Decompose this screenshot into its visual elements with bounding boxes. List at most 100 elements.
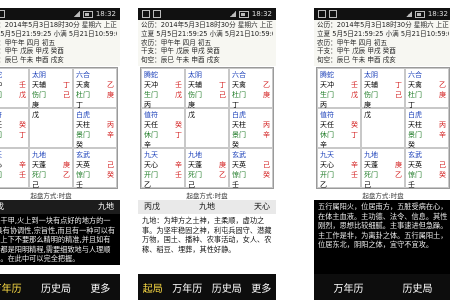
palace-row: 伤门 己 xyxy=(364,90,402,100)
palace-cell[interactable]: 九地 天蓬 庚死门 乙己 xyxy=(29,147,73,189)
palace-row: 天任 癸 xyxy=(320,120,358,130)
palace-text: 惊门 xyxy=(76,170,90,179)
palace-cell[interactable]: 玄武 天英 己惊门 癸壬 xyxy=(229,147,273,189)
nav-calendar[interactable]: 万年历 xyxy=(170,280,204,295)
palace-text: 杜门 xyxy=(408,90,422,99)
date-info: 公历：2014年5月3日18时30分 星期六 上正南 立夏 5月5日21:59:… xyxy=(138,20,276,66)
palace-text: 开门 xyxy=(0,170,2,180)
palace-row: 玄武 xyxy=(408,150,446,160)
palace-text: 丁 xyxy=(175,130,182,139)
info-line: 干支：甲午 戊辰 甲戌 癸酉 xyxy=(0,47,64,56)
palace-cell[interactable]: 太阴 天辅丁伤门己庚 xyxy=(29,67,73,109)
palace-cell[interactable]: 六合 天禽乙杜门庚丁 xyxy=(229,67,273,109)
palace-text: 休门 xyxy=(144,130,158,139)
palace-row: 天冲 壬 xyxy=(320,80,358,90)
palace-row: 天辅 丁 xyxy=(32,80,70,90)
palace-text: 丙 xyxy=(439,120,446,129)
palace-row: 天心 辛 xyxy=(320,160,358,170)
palace-row: 死门 乙 xyxy=(364,170,402,180)
palace-cell[interactable]: 戊 xyxy=(29,107,73,148)
palace-text: 惊门 xyxy=(408,170,422,179)
palace-text: 己 xyxy=(263,160,270,169)
palace-cell[interactable]: 太阴 天辅丁伤门己庚 xyxy=(361,67,405,109)
qimen-chart[interactable]: 腾蛇天冲壬生门戊丙太阴天辅丁伤门己庚六合天禽乙杜门庚丁值符天任癸休门丁辛戊白虎天… xyxy=(0,66,118,189)
detail-text: 一天干甲,火上到一块有点好的地方的一家,具有协调性,宗旨性,而且有一种可以有让人… xyxy=(0,213,120,265)
palace-row: 九天 xyxy=(320,150,358,160)
palace-row: 天任 癸 xyxy=(144,120,182,130)
palace-text: 戊 xyxy=(32,110,39,119)
palace-row: 己 xyxy=(364,180,402,190)
palace-row: 太阴 xyxy=(188,70,226,80)
palace-row: 太阴 xyxy=(32,70,70,80)
nav-more[interactable]: 更多 xyxy=(249,280,273,295)
palace-row: 腾蛇 xyxy=(144,70,182,80)
palace-text: 乙 xyxy=(439,80,446,89)
palace-text: 九地 xyxy=(188,150,202,159)
palace-cell[interactable]: 白虎 天柱丙景门辛癸 xyxy=(73,107,117,149)
palace-cell[interactable]: 九天天心 辛开门 壬乙 xyxy=(141,147,185,189)
palace-cell[interactable]: 白虎 天柱丙景门辛癸 xyxy=(229,107,273,149)
palace-text: 天任 xyxy=(320,120,334,129)
qimen-chart[interactable]: 腾蛇天冲壬生门戊丙太阴天辅丁伤门己庚六合天禽乙杜门庚丁值符天任癸休门丁辛戊白虎天… xyxy=(140,66,274,189)
palace-cell[interactable]: 腾蛇天冲壬生门戊丙 xyxy=(141,67,185,109)
nav-history[interactable]: 历史局 xyxy=(39,280,73,295)
palace-row: 休门 丁 xyxy=(0,130,26,140)
palace-row: 开门 壬 xyxy=(0,170,26,180)
nav-history[interactable]: 历史局 xyxy=(401,280,435,295)
nav-calendar[interactable]: 万年历 xyxy=(332,280,366,295)
nav-history[interactable]: 历史局 xyxy=(210,280,244,295)
palace-text: 天禽 xyxy=(76,80,90,89)
palace-text: 壬 xyxy=(351,170,358,179)
palace-text: 癸 xyxy=(107,170,114,179)
palace-row: 天心 辛 xyxy=(0,160,26,170)
palace-text: 惊门 xyxy=(232,170,246,179)
palace-row: 壬 xyxy=(408,180,446,190)
palace-cell[interactable]: 九天天心 辛开门 壬乙 xyxy=(317,147,361,189)
palace-text: 丁 xyxy=(395,80,402,89)
palace-text: 己 xyxy=(107,160,114,169)
palace-cell[interactable]: 腾蛇天冲壬生门戊丙 xyxy=(317,67,361,109)
palace-cell[interactable]: 戊 xyxy=(185,107,229,148)
notification-icon xyxy=(153,10,161,18)
palace-cell[interactable]: 值符天任癸休门丁辛 xyxy=(317,107,361,149)
palace-text: 天英 xyxy=(408,160,422,169)
palace-text: 杜门 xyxy=(76,90,90,99)
palace-cell[interactable]: 六合 天禽乙杜门庚丁 xyxy=(405,67,449,109)
nav-start[interactable]: 起局 xyxy=(141,280,165,295)
nav-more[interactable]: 更多 xyxy=(88,280,112,295)
palace-row: 景门 辛 xyxy=(232,130,270,140)
qimen-chart[interactable]: 腾蛇天冲壬生门戊丙太阴天辅丁伤门己庚六合天禽乙杜门庚丁值符天任癸休门丁辛戊白虎天… xyxy=(316,66,450,190)
palace-text: 天蓬 xyxy=(188,160,202,169)
palace-row: 值符 xyxy=(0,110,26,120)
palace-cell[interactable]: 九地 天蓬 庚死门 乙己 xyxy=(361,147,405,190)
palace-cell[interactable]: 九天天心 辛开门 壬乙 xyxy=(0,147,29,188)
palace-text: 丁 xyxy=(19,130,26,139)
palace-cell[interactable]: 九地 天蓬 庚死门 乙己 xyxy=(185,147,229,189)
palace-text: 值符 xyxy=(144,110,158,119)
palace-text: 乙 xyxy=(107,80,114,89)
nav-calendar[interactable]: 万年历 xyxy=(0,280,24,295)
palace-row: 天英 己 xyxy=(76,160,114,170)
palace-cell[interactable]: 腾蛇天冲壬生门戊丙 xyxy=(0,67,29,108)
info-line: 旬空：辰巳 午未 申酉 戌亥 xyxy=(141,56,220,65)
info-line: 干支：甲午 戊辰 甲戌 癸酉 xyxy=(141,47,220,56)
palace-text: 太阴 xyxy=(32,70,46,79)
palace-cell[interactable]: 六合 天禽乙杜门庚丁 xyxy=(73,67,117,109)
palace-cell[interactable]: 值符天任癸休门丁辛 xyxy=(141,107,185,149)
palace-cell[interactable]: 太阴 天辅丁伤门己庚 xyxy=(185,67,229,109)
palace-text: 己 xyxy=(439,160,446,169)
notification-icon xyxy=(318,10,326,18)
chart-method-label: 起盘方式:时盘 xyxy=(186,191,228,200)
palace-text: 天禽 xyxy=(408,80,422,89)
palace-row: 天禽 乙 xyxy=(76,80,114,90)
date-info: 公历：2014年5月3日18时30分 星期六 上正南 立夏 5月5日21:59:… xyxy=(314,20,450,66)
detail-bar-right: 九地 xyxy=(98,202,114,212)
palace-cell[interactable]: 戊 xyxy=(361,107,405,148)
palace-text: 庚 xyxy=(107,90,114,99)
palace-cell[interactable]: 玄武 天英 己惊门 癸壬 xyxy=(405,147,449,190)
palace-text: 庚 xyxy=(263,90,270,99)
palace-cell[interactable]: 玄武 天英 己惊门 癸壬 xyxy=(73,147,117,189)
palace-cell[interactable]: 白虎 天柱丙景门辛癸 xyxy=(405,107,449,149)
palace-text: 天柱 xyxy=(76,120,90,129)
palace-cell[interactable]: 值符天任癸休门丁辛 xyxy=(0,107,29,148)
